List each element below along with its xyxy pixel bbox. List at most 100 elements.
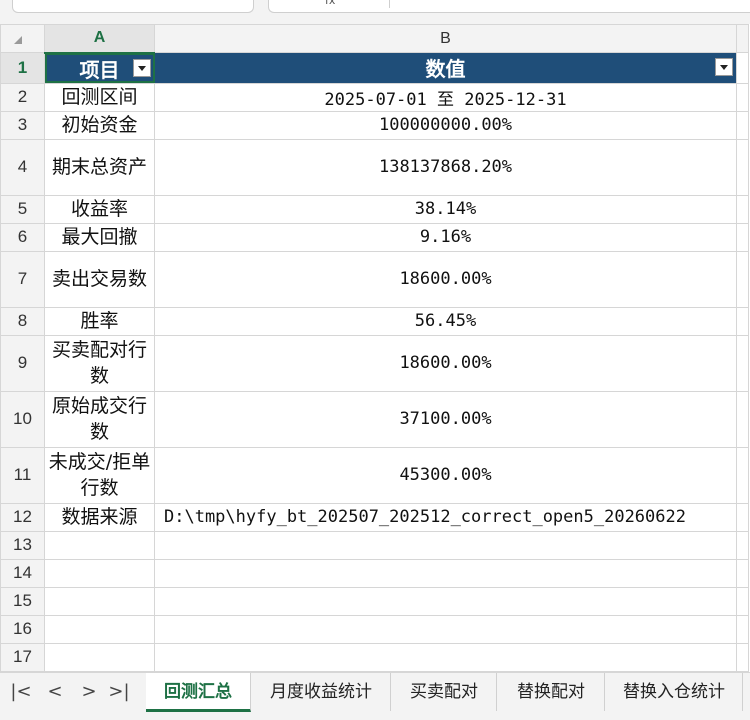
cell[interactable] xyxy=(154,614,737,644)
item-cell[interactable]: 卖出交易数 xyxy=(44,250,155,308)
value-cell[interactable]: 9.16% xyxy=(154,222,737,252)
table-row: 3 初始资金 100000000.00% xyxy=(0,110,749,140)
value-cell[interactable]: 37100.00% xyxy=(154,390,737,448)
item-cell[interactable]: 回测区间 xyxy=(44,82,155,112)
table-row: 17 xyxy=(0,642,749,672)
row-header[interactable]: 12 xyxy=(0,502,45,532)
value-cell[interactable]: 138137868.20% xyxy=(154,138,737,196)
last-sheet-button[interactable]: >| xyxy=(106,681,132,703)
row-header[interactable]: 2 xyxy=(0,82,45,112)
header-cell-item[interactable]: 项目 xyxy=(44,52,155,84)
sheet-tab[interactable]: 替换入仓统计 xyxy=(606,673,743,711)
cell[interactable] xyxy=(736,110,749,140)
row-header[interactable]: 13 xyxy=(0,530,45,560)
formula-bar[interactable]: fx xyxy=(268,0,750,13)
table-row: 14 xyxy=(0,558,749,588)
item-cell[interactable]: 原始成交行数 xyxy=(44,390,155,448)
row-header[interactable]: 6 xyxy=(0,222,45,252)
column-header-a[interactable]: A xyxy=(44,24,155,54)
sheet-tab[interactable]: 回测汇总 xyxy=(146,673,251,712)
table-row: 15 xyxy=(0,586,749,616)
sheet-table: A B 1 项目 数值 2 回测区间 2025-07-01 至 2025-12-31… xyxy=(0,24,749,672)
cell[interactable] xyxy=(736,586,749,616)
table-row: 5 收益率 38.14% xyxy=(0,194,749,224)
value-cell[interactable]: 56.45% xyxy=(154,306,737,336)
item-cell[interactable]: 未成交/拒单行数 xyxy=(44,446,155,504)
cell[interactable] xyxy=(736,334,749,392)
table-row: 6 最大回撤 9.16% xyxy=(0,222,749,252)
row-header[interactable]: 3 xyxy=(0,110,45,140)
value-cell[interactable]: 38.14% xyxy=(154,194,737,224)
row-header[interactable]: 11 xyxy=(0,446,45,504)
fx-icon: fx xyxy=(325,0,336,7)
header-value-label: 数值 xyxy=(425,57,466,82)
spreadsheet-grid: A B 1 项目 数值 2 回测区间 2025-07-01 至 2025-12-31… xyxy=(0,24,750,672)
cell[interactable] xyxy=(154,642,737,672)
next-sheet-button[interactable]: > xyxy=(76,681,102,703)
value-cell[interactable]: 18600.00% xyxy=(154,334,737,392)
row-header[interactable]: 7 xyxy=(0,250,45,308)
cell[interactable] xyxy=(736,558,749,588)
name-box[interactable] xyxy=(12,0,254,13)
first-sheet-button[interactable]: |< xyxy=(8,681,34,703)
cell[interactable] xyxy=(44,642,155,672)
value-cell[interactable]: 100000000.00% xyxy=(154,110,737,140)
cell[interactable] xyxy=(736,390,749,448)
cell[interactable] xyxy=(736,614,749,644)
cell[interactable] xyxy=(736,642,749,672)
value-cell[interactable]: 2025-07-01 至 2025-12-31 xyxy=(154,82,737,112)
column-header-c[interactable] xyxy=(736,24,749,53)
cell[interactable] xyxy=(736,222,749,252)
row-header[interactable]: 17 xyxy=(0,642,45,672)
cell[interactable] xyxy=(44,586,155,616)
row-header[interactable]: 15 xyxy=(0,586,45,616)
sheet-tab[interactable]: 月度收益统计 xyxy=(252,673,391,711)
cell[interactable] xyxy=(44,614,155,644)
table-row: 8 胜率 56.45% xyxy=(0,306,749,336)
cell[interactable] xyxy=(154,558,737,588)
row-header[interactable]: 4 xyxy=(0,138,45,196)
table-row: 16 xyxy=(0,614,749,644)
cell[interactable] xyxy=(154,586,737,616)
select-all-corner[interactable] xyxy=(0,24,45,53)
filter-dropdown-icon[interactable] xyxy=(133,58,151,77)
table-row: 12 数据来源 D:\tmp\hyfy_bt_202507_202512_corre… xyxy=(0,502,749,532)
item-cell[interactable]: 最大回撤 xyxy=(44,222,155,252)
item-cell[interactable]: 买卖配对行数 xyxy=(44,334,155,392)
value-cell[interactable]: 45300.00% xyxy=(154,446,737,504)
cell[interactable] xyxy=(44,558,155,588)
cell[interactable] xyxy=(736,52,749,84)
sheet-tab[interactable]: 替换配对 xyxy=(498,673,605,711)
row-header[interactable]: 9 xyxy=(0,334,45,392)
prev-sheet-button[interactable]: < xyxy=(42,681,68,703)
value-cell[interactable]: 18600.00% xyxy=(154,250,737,308)
row-header[interactable]: 16 xyxy=(0,614,45,644)
value-cell[interactable]: D:\tmp\hyfy_bt_202507_202512_correct_ope… xyxy=(154,502,737,532)
cell[interactable] xyxy=(736,306,749,336)
item-cell[interactable]: 数据来源 xyxy=(44,502,155,532)
row-header[interactable]: 1 xyxy=(0,52,45,84)
row-header[interactable]: 10 xyxy=(0,390,45,448)
item-cell[interactable]: 胜率 xyxy=(44,306,155,336)
cell[interactable] xyxy=(736,138,749,196)
row-header[interactable]: 5 xyxy=(0,194,45,224)
row-header[interactable]: 14 xyxy=(0,558,45,588)
item-cell[interactable]: 初始资金 xyxy=(44,110,155,140)
header-cell-value[interactable]: 数值 xyxy=(154,52,737,84)
select-all-icon xyxy=(14,36,22,44)
sheet-tab[interactable]: 买卖配对 xyxy=(392,673,497,711)
row-header[interactable]: 8 xyxy=(0,306,45,336)
cell[interactable] xyxy=(736,446,749,504)
filter-dropdown-icon[interactable] xyxy=(715,58,733,76)
item-cell[interactable]: 期末总资产 xyxy=(44,138,155,196)
item-cell[interactable]: 收益率 xyxy=(44,194,155,224)
cell[interactable] xyxy=(44,530,155,560)
cell[interactable] xyxy=(736,194,749,224)
cell[interactable] xyxy=(154,530,737,560)
cell[interactable] xyxy=(736,530,749,560)
cell[interactable] xyxy=(736,250,749,308)
cell[interactable] xyxy=(736,502,749,532)
column-header-b[interactable]: B xyxy=(154,24,737,53)
cell[interactable] xyxy=(736,82,749,112)
table-row: 2 回测区间 2025-07-01 至 2025-12-31 xyxy=(0,82,749,112)
